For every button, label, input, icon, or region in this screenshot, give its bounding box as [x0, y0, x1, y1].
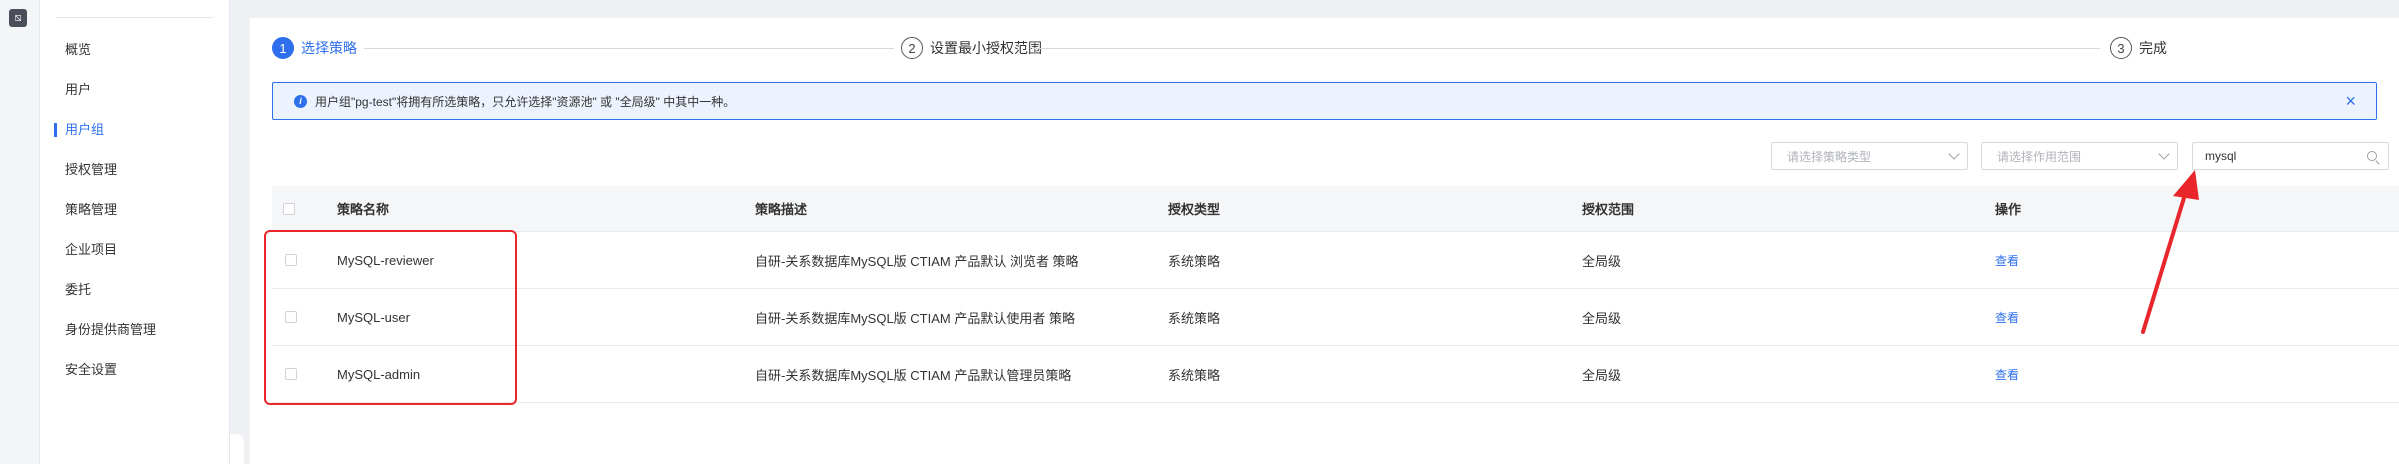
steps-bar: 1 选择策略 2 设置最小授权范围 3 完成	[272, 36, 2399, 60]
step-1: 1 选择策略	[272, 36, 357, 60]
row-checkbox[interactable]	[285, 368, 297, 380]
step-number: 2	[901, 37, 923, 59]
view-link[interactable]: 查看	[1995, 346, 2019, 402]
column-header: 授权类型	[1168, 202, 1221, 217]
sidebar: 概览 用户 用户组 授权管理 策略管理 企业项目 委托 身份提供商管理 安全设置	[40, 0, 230, 464]
policy-description: 自研-关系数据库MySQL版 CTIAM 产品默认 浏览者 策略	[755, 253, 1079, 269]
policy-description: 自研-关系数据库MySQL版 CTIAM 产品默认使用者 策略	[755, 310, 1075, 326]
policy-type-select[interactable]: 请选择策略类型	[1771, 142, 1968, 170]
table-header: 策略名称 策略描述 授权类型 授权范围 操作	[272, 186, 2399, 232]
table-row[interactable]: MySQL-reviewer 自研-关系数据库MySQL版 CTIAM 产品默认…	[272, 232, 2399, 289]
sidebar-item-overview[interactable]: 概览	[40, 36, 229, 76]
auth-scope: 全局级	[1582, 367, 1622, 383]
policy-name: MySQL-admin	[337, 366, 421, 382]
sidebar-item-security[interactable]: 安全设置	[40, 356, 229, 396]
policy-name: MySQL-reviewer	[337, 252, 434, 268]
sidebar-item-authorization[interactable]: 授权管理	[40, 156, 229, 196]
auth-scope: 全局级	[1582, 310, 1622, 326]
search-input[interactable]: mysql	[2192, 142, 2389, 170]
search-icon[interactable]	[2367, 151, 2377, 161]
step-connector	[364, 48, 894, 49]
auth-scope: 全局级	[1582, 253, 1622, 269]
sidebar-item-label: 授权管理	[65, 162, 118, 177]
sidebar-divider	[56, 17, 213, 18]
step-number: 3	[2110, 37, 2132, 59]
column-header: 操作	[1995, 202, 2022, 217]
column-header: 授权范围	[1582, 202, 1635, 217]
chevron-down-icon	[2158, 148, 2170, 160]
step-3: 3 完成	[2110, 36, 2167, 60]
step-label: 设置最小授权范围	[930, 40, 1042, 56]
select-all-cell	[283, 186, 295, 231]
row-checkbox[interactable]	[285, 254, 297, 266]
column-header: 策略描述	[755, 202, 808, 217]
sidebar-item-label: 企业项目	[65, 242, 118, 257]
select-placeholder: 请选择作用范围	[1997, 149, 2082, 164]
scope-select[interactable]: 请选择作用范围	[1981, 142, 2178, 170]
info-alert: i 用户组"pg-test"将拥有所选策略，只允许选择"资源池" 或 "全局级"…	[272, 82, 2377, 120]
sidebar-item-users[interactable]: 用户	[40, 76, 229, 116]
row-checkbox-cell	[285, 346, 297, 402]
auth-type: 系统策略	[1168, 367, 1221, 383]
app-logo-icon[interactable]: ⧅	[9, 9, 27, 27]
step-label: 完成	[2139, 40, 2167, 56]
sidebar-item-label: 委托	[65, 282, 92, 297]
column-header: 策略名称	[337, 202, 390, 217]
step-number: 1	[272, 37, 294, 59]
app-rail: ⧅	[0, 0, 40, 464]
auth-type: 系统策略	[1168, 310, 1221, 326]
table-row[interactable]: MySQL-user 自研-关系数据库MySQL版 CTIAM 产品默认使用者 …	[272, 289, 2399, 346]
table-row[interactable]: MySQL-admin 自研-关系数据库MySQL版 CTIAM 产品默认管理员…	[272, 346, 2399, 403]
main-panel: 1 选择策略 2 设置最小授权范围 3 完成 i 用户组"pg-test"将拥有…	[250, 18, 2399, 464]
policy-description: 自研-关系数据库MySQL版 CTIAM 产品默认管理员策略	[755, 367, 1072, 383]
sidebar-item-label: 安全设置	[65, 362, 118, 377]
sidebar-item-policies[interactable]: 策略管理	[40, 196, 229, 236]
sidebar-item-label: 用户	[65, 82, 92, 97]
view-link[interactable]: 查看	[1995, 289, 2019, 345]
sidebar-item-delegation[interactable]: 委托	[40, 276, 229, 316]
sidebar-item-label: 策略管理	[65, 202, 118, 217]
collapse-handle[interactable]	[230, 434, 244, 464]
step-2: 2 设置最小授权范围	[901, 36, 1042, 60]
sidebar-gutter	[230, 0, 250, 464]
policy-table: 策略名称 策略描述 授权类型 授权范围 操作 MySQL-reviewer 自研…	[272, 186, 2399, 403]
info-icon: i	[294, 94, 307, 108]
search-value: mysql	[2205, 149, 2237, 163]
sidebar-item-user-groups[interactable]: 用户组	[40, 116, 229, 156]
row-checkbox[interactable]	[285, 311, 297, 323]
chevron-down-icon	[1948, 148, 1960, 160]
view-link[interactable]: 查看	[1995, 232, 2019, 288]
sidebar-item-label: 概览	[65, 42, 92, 57]
sidebar-item-label: 身份提供商管理	[65, 322, 157, 337]
select-all-checkbox[interactable]	[283, 202, 295, 215]
policy-name: MySQL-user	[337, 309, 410, 325]
close-icon[interactable]: ×	[2345, 92, 2356, 110]
sidebar-menu: 概览 用户 用户组 授权管理 策略管理 企业项目 委托 身份提供商管理 安全设置	[40, 36, 229, 396]
row-checkbox-cell	[285, 232, 297, 288]
step-label: 选择策略	[301, 40, 357, 56]
sidebar-item-label: 用户组	[65, 122, 105, 137]
sidebar-item-identity-providers[interactable]: 身份提供商管理	[40, 316, 229, 356]
select-placeholder: 请选择策略类型	[1787, 149, 1872, 164]
alert-text: 用户组"pg-test"将拥有所选策略，只允许选择"资源池" 或 "全局级" 中…	[315, 94, 736, 109]
step-connector	[1032, 48, 2100, 49]
sidebar-item-projects[interactable]: 企业项目	[40, 236, 229, 276]
row-checkbox-cell	[285, 289, 297, 345]
auth-type: 系统策略	[1168, 253, 1221, 269]
